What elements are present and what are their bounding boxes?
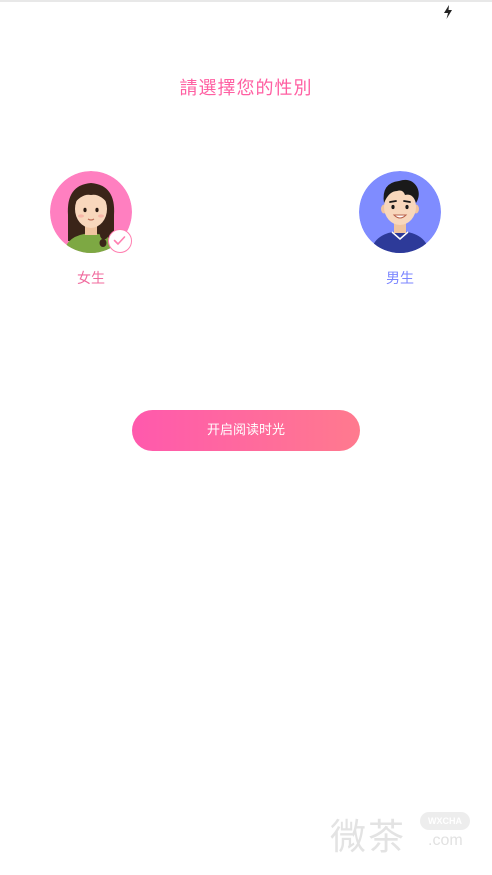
- female-label: 女生: [77, 271, 105, 287]
- flash-icon: [444, 5, 452, 19]
- male-avatar: [359, 171, 441, 253]
- gender-selection-screen: 請選擇您的性別 女生 男生 开启阅读时光 微茶 WXCHA .com: [0, 0, 492, 875]
- status-bar: [0, 2, 492, 22]
- page-title: 請選擇您的性別: [179, 78, 313, 99]
- male-option[interactable]: 男生: [359, 171, 443, 291]
- watermark-chars: 微茶: [330, 817, 407, 858]
- male-label: 男生: [386, 271, 414, 287]
- start-reading-button[interactable]: 开启阅读时光: [132, 410, 360, 451]
- female-option[interactable]: 女生: [50, 171, 134, 291]
- check-icon: [113, 236, 126, 245]
- watermark: 微茶 WXCHA .com: [330, 806, 480, 858]
- selected-badge: [108, 229, 132, 253]
- watermark-domain: .com: [428, 832, 463, 849]
- watermark-badge: WXCHA: [420, 812, 470, 830]
